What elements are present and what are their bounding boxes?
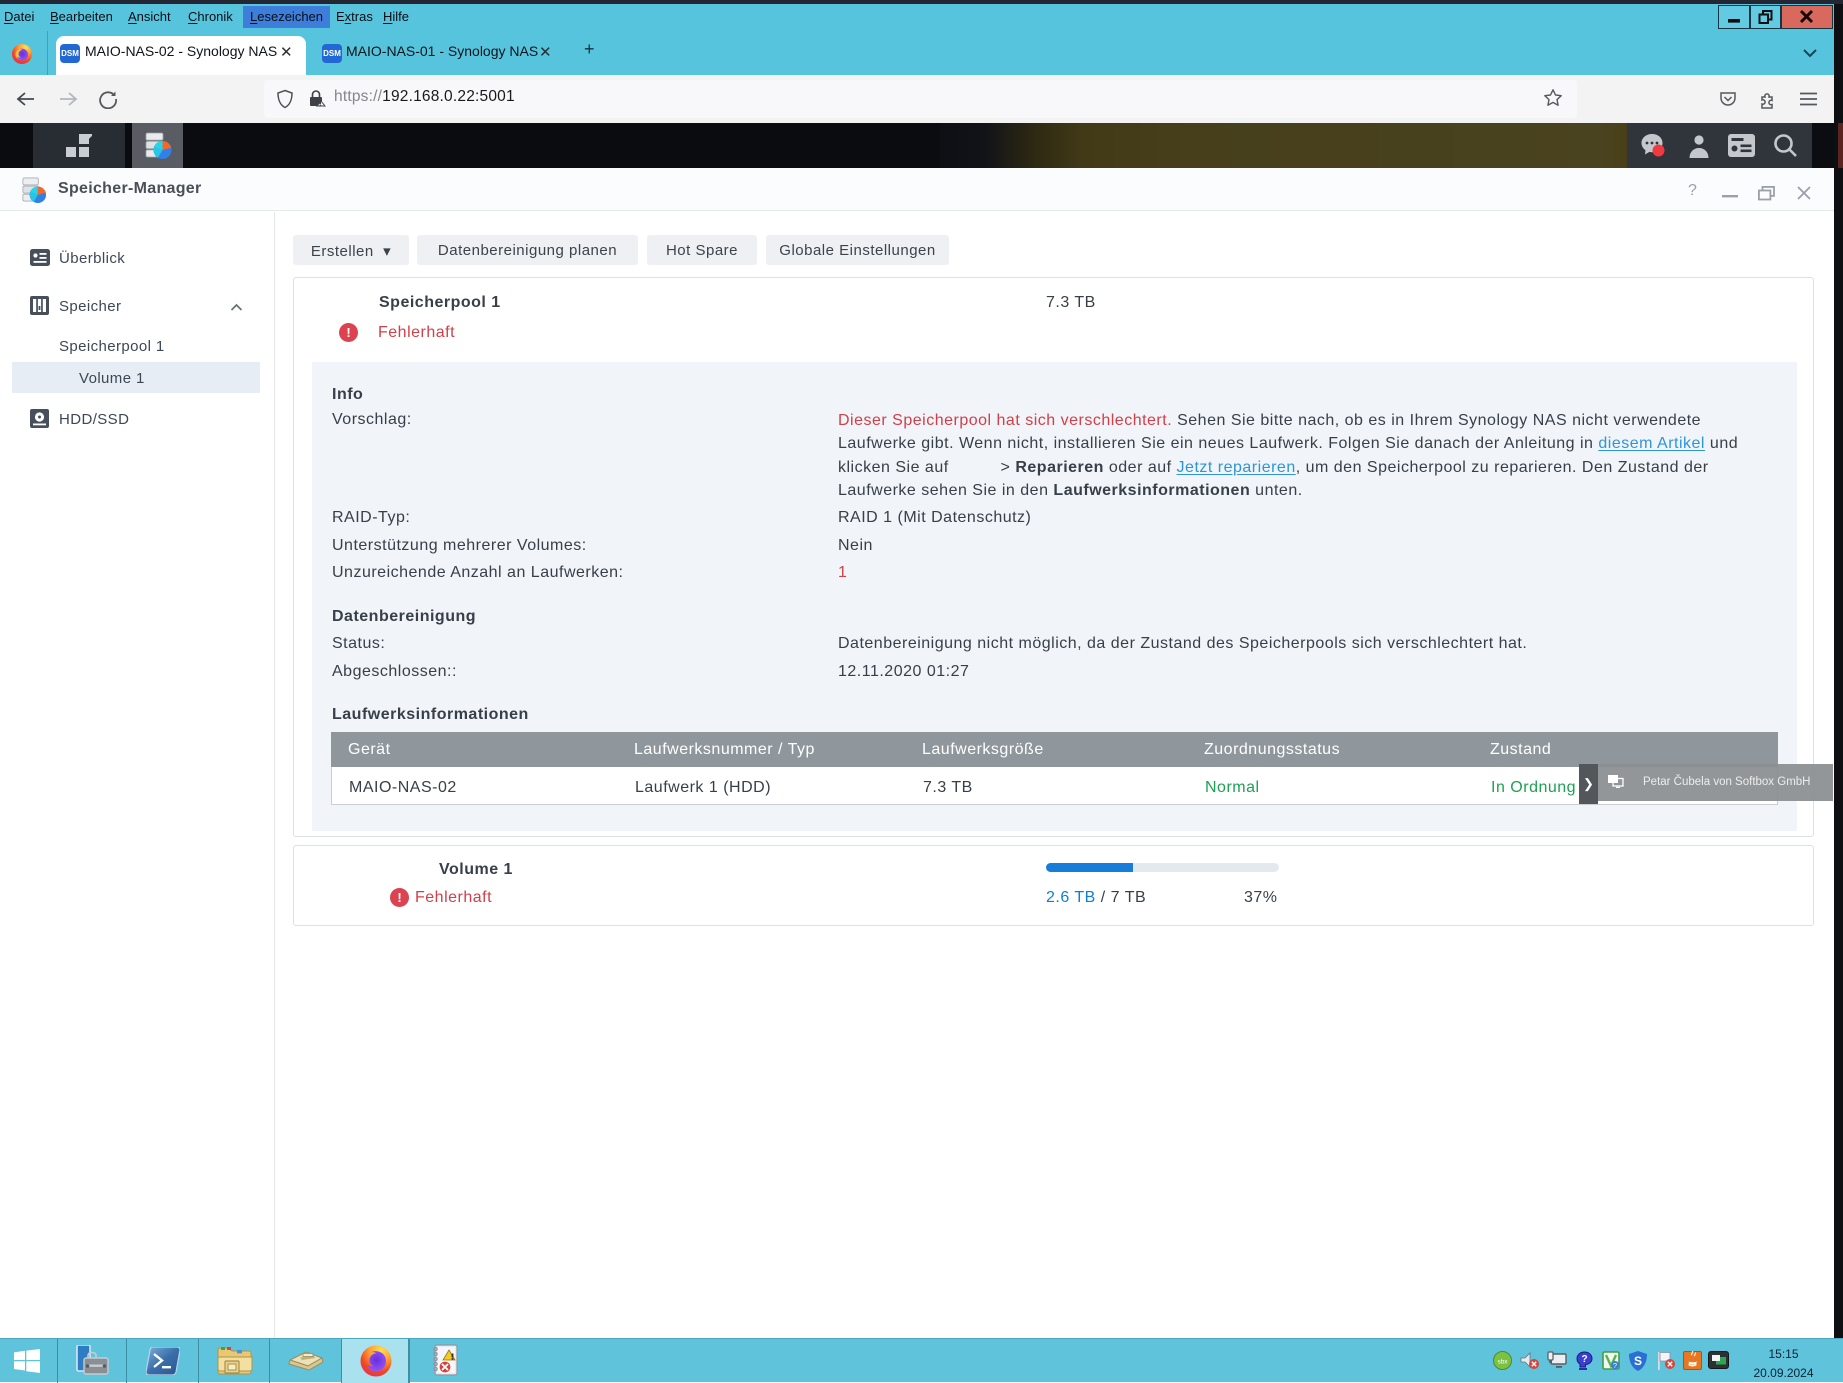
svg-text:?: ? bbox=[1613, 1361, 1617, 1370]
svg-text:S: S bbox=[1634, 1354, 1642, 1368]
svg-text:?: ? bbox=[1581, 1354, 1587, 1365]
svg-text:sbx: sbx bbox=[1497, 1359, 1508, 1366]
